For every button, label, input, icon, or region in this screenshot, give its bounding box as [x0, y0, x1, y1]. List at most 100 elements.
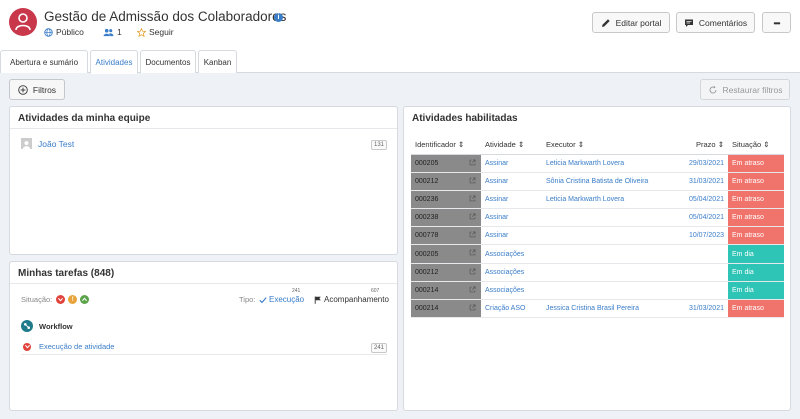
- table-header-row: Identificador ⇕ Atividade ⇕ Executor ⇕ P…: [411, 136, 784, 155]
- execution-label: Execução: [269, 295, 305, 304]
- table-row[interactable]: 000238 Assinar 05/04/2021 Em atraso: [411, 208, 784, 228]
- activities-panel-title: Atividades habilitadas: [412, 113, 518, 124]
- row-status-badge: Em dia: [728, 263, 784, 282]
- restore-filters-button[interactable]: Restaurar filtros: [700, 79, 790, 100]
- external-link-icon[interactable]: [469, 195, 476, 204]
- task-item-count: 241: [370, 343, 387, 353]
- row-identifier[interactable]: 000238: [411, 208, 481, 228]
- table-row[interactable]: 000236 Assinar Leticia Markwarth Lovera 05/…: [411, 190, 784, 210]
- row-identifier[interactable]: 000214: [411, 299, 481, 319]
- portal-logo: [9, 8, 37, 36]
- follow-up-label: Acompanhamento: [324, 295, 389, 304]
- row-deadline: 05/04/2021: [660, 190, 728, 210]
- execution-count: 241: [292, 288, 301, 294]
- team-member-count: 131: [370, 140, 387, 150]
- tab-kanban[interactable]: Kanban: [198, 50, 237, 73]
- row-executor[interactable]: [542, 208, 660, 228]
- info-icon[interactable]: i: [274, 13, 283, 22]
- more-options-button[interactable]: •••: [762, 12, 791, 33]
- members-indicator[interactable]: 1: [103, 27, 122, 37]
- table-row[interactable]: 000212 Associações Em dia: [411, 263, 784, 282]
- execution-filter[interactable]: 241 Execução: [259, 288, 305, 306]
- team-member-row[interactable]: João Test: [21, 138, 74, 149]
- row-activity[interactable]: Assinar: [481, 190, 542, 210]
- visibility-indicator[interactable]: Público: [44, 27, 84, 37]
- external-link-icon[interactable]: [469, 213, 476, 222]
- row-activity[interactable]: Assinar: [481, 154, 542, 173]
- row-activity[interactable]: Assinar: [481, 208, 542, 228]
- tab-atividades[interactable]: Atividades: [90, 50, 138, 74]
- row-executor[interactable]: [542, 226, 660, 246]
- star-icon: [137, 27, 146, 37]
- row-activity[interactable]: Assinar: [481, 226, 542, 246]
- row-executor[interactable]: [542, 244, 660, 264]
- external-link-icon[interactable]: [469, 249, 476, 258]
- table-row[interactable]: 000205 Assinar Leticia Markwarth Lovera 29/…: [411, 154, 784, 173]
- row-identifier[interactable]: 000205: [411, 244, 481, 264]
- row-status-badge: Em atraso: [728, 226, 784, 246]
- row-activity[interactable]: Criação ASO: [481, 299, 542, 319]
- sort-icon: ⇕: [717, 140, 724, 150]
- row-identifier[interactable]: 000778: [411, 226, 481, 246]
- row-identifier[interactable]: 000212: [411, 172, 481, 191]
- external-link-icon[interactable]: [469, 177, 476, 186]
- tab-documentos[interactable]: Documentos: [140, 50, 196, 73]
- type-label: Tipo:: [239, 295, 256, 304]
- add-circle-icon: [18, 84, 28, 95]
- table-row[interactable]: 000212 Assinar Sônia Cristina Batista de O…: [411, 172, 784, 191]
- comments-button[interactable]: Comentários: [676, 12, 755, 33]
- flag-icon: [314, 296, 321, 304]
- col-situacao[interactable]: Situação ⇕: [728, 136, 784, 155]
- row-status-badge: Em atraso: [728, 208, 784, 228]
- external-link-icon[interactable]: [469, 159, 476, 168]
- row-executor[interactable]: Leticia Markwarth Lovera: [542, 190, 660, 210]
- ontime-filter-icon[interactable]: [80, 295, 90, 304]
- tab-abertura[interactable]: Abertura e sumário: [0, 50, 88, 73]
- row-activity[interactable]: Associações: [481, 281, 542, 301]
- late-filter-icon[interactable]: [56, 295, 66, 304]
- col-atividade[interactable]: Atividade ⇕: [481, 136, 542, 155]
- row-deadline: 05/04/2021: [660, 208, 728, 228]
- row-identifier[interactable]: 000205: [411, 154, 481, 173]
- external-link-icon[interactable]: [469, 286, 476, 295]
- row-executor[interactable]: Jessica Cristina Brasil Pereira: [542, 299, 660, 319]
- follow-button[interactable]: Seguir: [137, 27, 174, 37]
- team-activities-panel: Atividades da minha equipe João Test 131: [9, 106, 398, 255]
- col-executor[interactable]: Executor ⇕: [542, 136, 660, 155]
- row-deadline: [660, 263, 728, 282]
- members-count: 1: [117, 27, 122, 37]
- check-icon: [259, 296, 267, 303]
- sort-icon: ⇕: [517, 140, 525, 150]
- col-prazo[interactable]: Prazo ⇕: [660, 136, 728, 155]
- row-deadline: 31/03/2021: [660, 172, 728, 191]
- row-executor[interactable]: [542, 263, 660, 282]
- task-item[interactable]: Execução de atividade: [23, 342, 114, 351]
- row-executor[interactable]: Sônia Cristina Batista de Oliveira: [542, 172, 660, 191]
- external-link-icon[interactable]: [469, 268, 476, 277]
- row-executor[interactable]: Leticia Markwarth Lovera: [542, 154, 660, 173]
- table-row[interactable]: 000205 Associações Em dia: [411, 244, 784, 264]
- external-link-icon[interactable]: [469, 304, 476, 313]
- filters-button[interactable]: Filtros: [9, 79, 65, 100]
- row-activity[interactable]: Associações: [481, 244, 542, 264]
- row-activity[interactable]: Assinar: [481, 172, 542, 191]
- edit-portal-button[interactable]: Editar portal: [592, 12, 670, 33]
- tasks-panel-title: Minhas tarefas (848): [18, 268, 115, 279]
- row-identifier[interactable]: 000214: [411, 281, 481, 301]
- row-identifier[interactable]: 000212: [411, 263, 481, 282]
- sort-icon: ⇕: [763, 140, 770, 150]
- row-executor[interactable]: [542, 281, 660, 301]
- col-identificador[interactable]: Identificador ⇕: [411, 136, 481, 155]
- follow-up-filter[interactable]: 607 Acompanhamento: [314, 288, 389, 306]
- row-identifier[interactable]: 000236: [411, 190, 481, 210]
- table-row[interactable]: 000778 Assinar 10/07/2023 Em atraso: [411, 226, 784, 246]
- table-row[interactable]: 000214 Associações Em dia: [411, 281, 784, 301]
- activities-table: Identificador ⇕ Atividade ⇕ Executor ⇕ P…: [411, 136, 784, 319]
- task-item-label[interactable]: Execução de atividade: [39, 342, 114, 351]
- table-row[interactable]: 000214 Criação ASO Jessica Cristina Brasil…: [411, 299, 784, 319]
- row-status-badge: Em atraso: [728, 299, 784, 319]
- warning-filter-icon[interactable]: !: [68, 295, 78, 304]
- external-link-icon[interactable]: [469, 231, 476, 240]
- row-activity[interactable]: Associações: [481, 263, 542, 282]
- team-member-name[interactable]: João Test: [38, 139, 74, 149]
